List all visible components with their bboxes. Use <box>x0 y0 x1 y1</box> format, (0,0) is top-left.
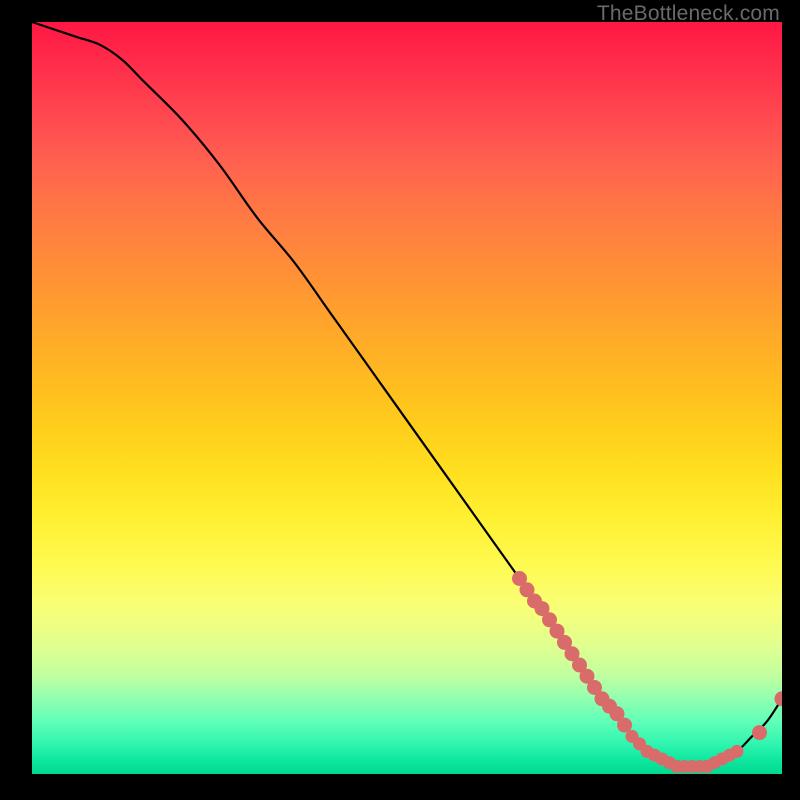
chart-plot-area <box>32 22 782 774</box>
chart-svg <box>32 22 782 774</box>
watermark-text: TheBottleneck.com <box>597 2 780 26</box>
datapoint <box>775 691 783 706</box>
bottleneck-curve-path <box>32 22 782 767</box>
datapoints-group <box>512 571 782 773</box>
datapoint <box>752 725 767 740</box>
datapoint <box>731 745 744 758</box>
